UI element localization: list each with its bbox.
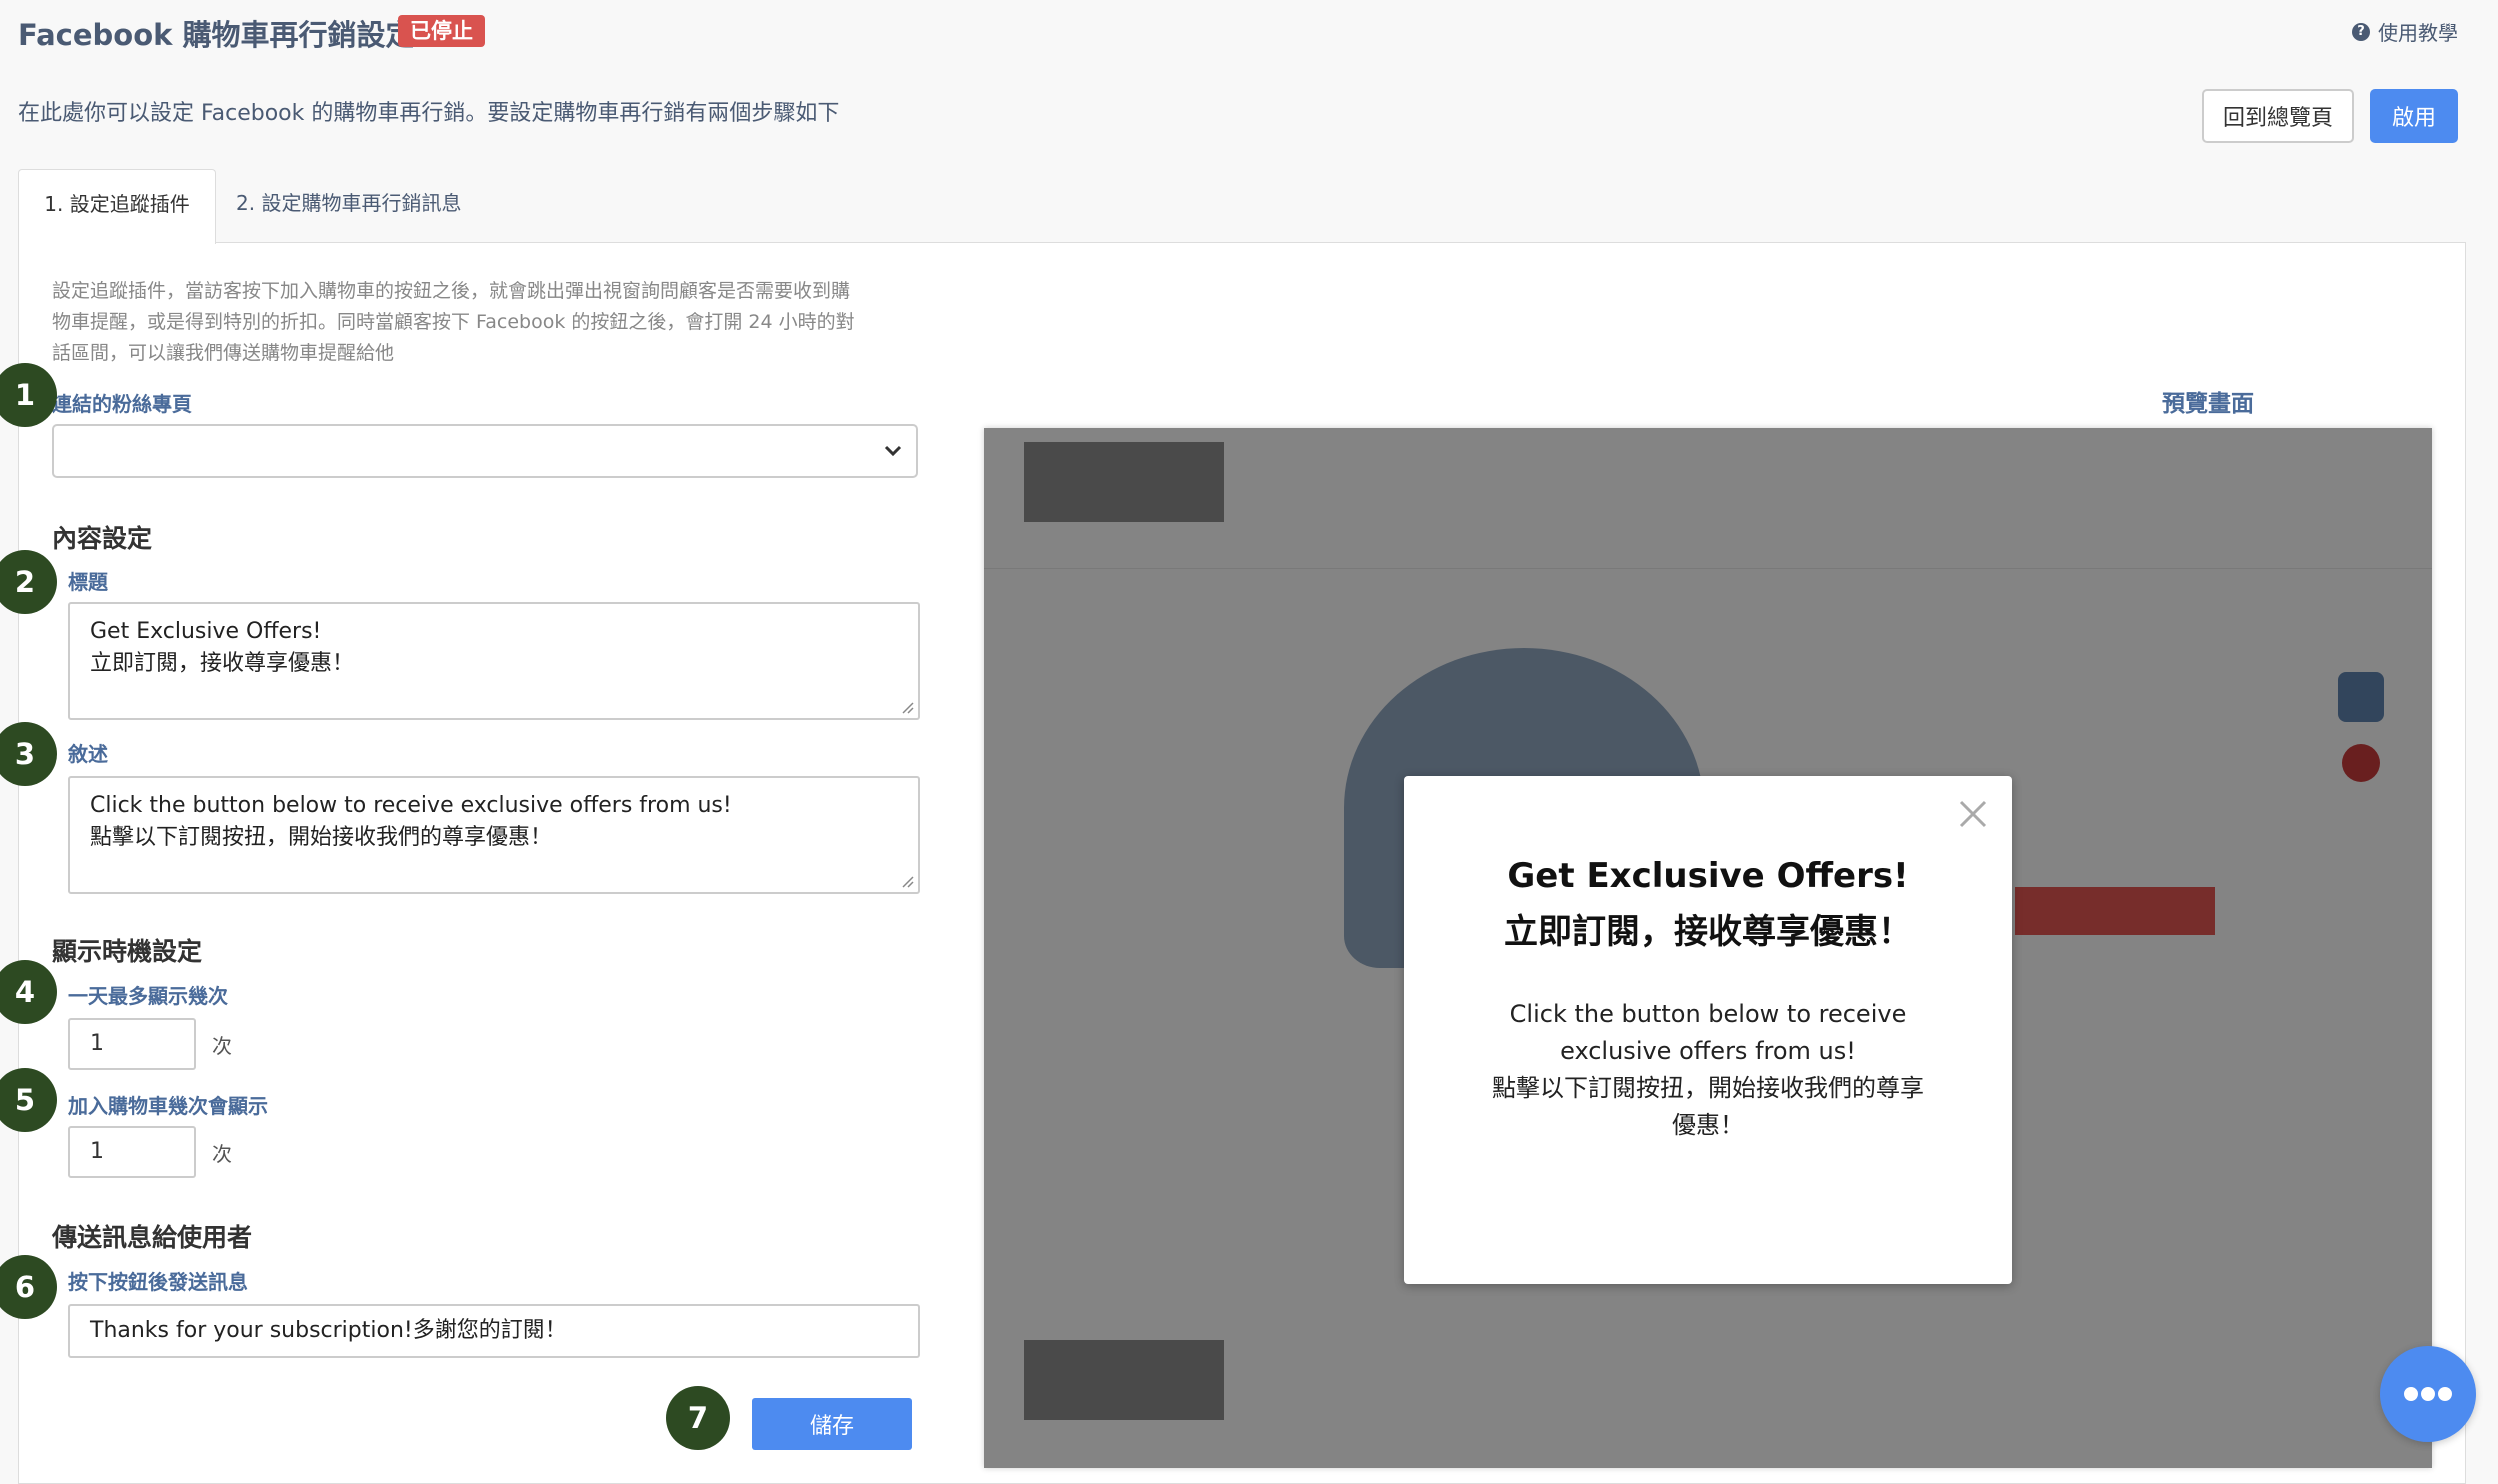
chevron-down-icon [884,445,902,457]
preview-heading: 預覽畫面 [2162,391,2254,417]
fanpage-select[interactable] [52,424,918,478]
question-circle-icon: ? [2352,22,2370,41]
content-section-heading: 內容設定 [52,524,153,553]
help-link[interactable]: ? 使用教學 [2352,17,2458,46]
title-textarea-value: Get Exclusive Offers! 立即訂閱，接收尊享優惠！ [90,619,355,676]
title-textarea[interactable]: Get Exclusive Offers! 立即訂閱，接收尊享優惠！ [68,602,920,720]
step-marker-7: 7 [666,1386,730,1450]
max-per-day-label: 一天最多顯示幾次 [68,984,228,1008]
preview-modal: Get Exclusive Offers! 立即訂閱，接收尊享優惠！ Click… [1404,776,2012,1284]
max-per-day-input[interactable]: 1 [68,1018,196,1070]
plugin-description: 設定追蹤插件，當訪客按下加入購物車的按鈕之後，就會跳出彈出視窗詢問顧客是否需要收… [52,280,855,364]
page-subtitle: 在此處你可以設定 Facebook 的購物車再行銷。要設定購物車再行銷有兩個步驟… [18,101,840,126]
chat-dot-icon [2404,1387,2418,1401]
cart-count-label: 加入購物車幾次會顯示 [68,1094,268,1118]
chat-button[interactable] [2380,1346,2476,1442]
message-label: 按下按鈕後發送訊息 [68,1270,248,1294]
save-button[interactable]: 儲存 [752,1398,912,1450]
title-label: 標題 [68,570,108,594]
chat-dot-icon [2421,1387,2435,1401]
timing-section-heading: 顯示時機設定 [52,937,203,966]
description-textarea[interactable]: Click the button below to receive exclus… [68,776,920,894]
cart-count-input[interactable]: 1 [68,1126,196,1178]
back-to-overview-button[interactable]: 回到總覽頁 [2202,89,2354,143]
help-link-label: 使用教學 [2378,21,2458,45]
description-label: 敘述 [68,742,108,766]
resize-grip-icon[interactable] [900,700,914,714]
close-icon[interactable] [1955,796,1991,832]
fanpage-label: 連結的粉絲專頁 [52,392,192,416]
tab-tracking-plugin[interactable]: 1. 設定追蹤插件 [18,169,216,244]
preview-modal-body: Click the button below to receive exclus… [1492,1000,1924,1139]
page-title: Facebook 購物車再行銷設定 [18,18,415,52]
description-textarea-value: Click the button below to receive exclus… [90,793,732,850]
chat-dot-icon [2438,1387,2452,1401]
message-section-heading: 傳送訊息給使用者 [52,1223,253,1252]
resize-grip-icon[interactable] [900,874,914,888]
tab-remarketing-message[interactable]: 2. 設定購物車再行銷訊息 [236,169,461,243]
enable-button[interactable]: 啟用 [2370,89,2458,143]
status-badge: 已停止 [398,15,485,47]
preview-modal-title: Get Exclusive Offers! 立即訂閱，接收尊享優惠！ [1504,856,1912,952]
cart-count-unit: 次 [212,1142,232,1166]
max-per-day-unit: 次 [212,1034,232,1058]
message-input[interactable]: Thanks for your subscription!多謝您的訂閱！ [68,1304,920,1358]
